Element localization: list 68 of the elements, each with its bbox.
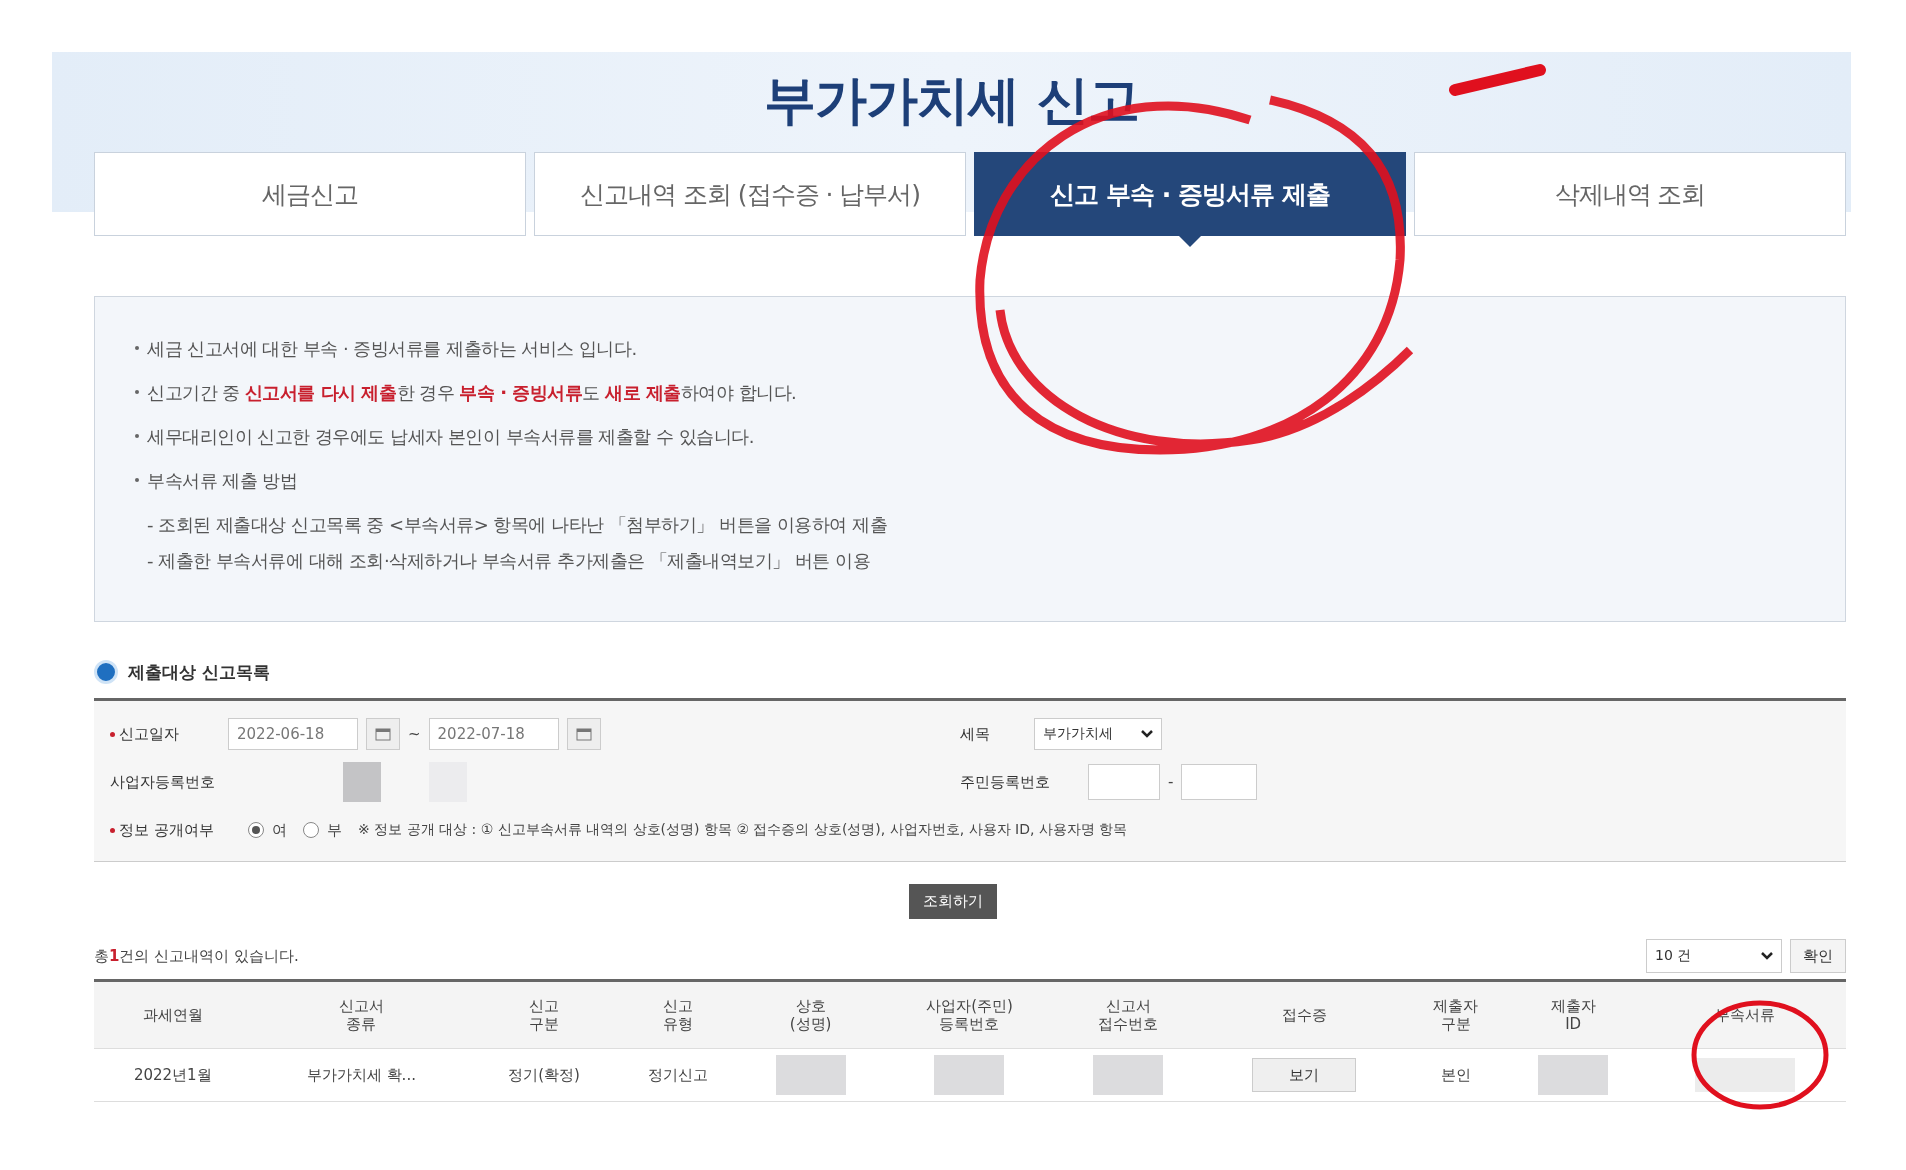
- notice-text: 신고기간 중 신고서를 다시 제출한 경우 부속 · 증빙서류도 새로 제출하여야 합니다.: [147, 382, 797, 403]
- bullet-icon: [135, 390, 139, 394]
- notice-text: - 제출한 부속서류에 대해 조회·삭제하거나 부속서류 추가제출은 「제출내역보기」 버튼 이용: [147, 549, 872, 573]
- range-separator: -: [1168, 773, 1174, 791]
- column-header: 신고서 종류: [251, 980, 472, 1049]
- blank-button[interactable]: [1695, 1058, 1796, 1092]
- table-cell: 본인: [1409, 1048, 1502, 1102]
- table-cell: 부가가치세 확...: [251, 1048, 472, 1102]
- range-separator: ~: [408, 725, 421, 743]
- tab[interactable]: 신고내역 조회 (접수증 · 납부서): [534, 152, 966, 236]
- page-size-select[interactable]: 10 건: [1646, 939, 1782, 973]
- column-header: 사업자(주민) 등록번호: [881, 980, 1058, 1049]
- field-label: 신고일자: [119, 724, 179, 744]
- required-icon: [110, 827, 115, 833]
- input-field[interactable]: [1088, 764, 1160, 800]
- redacted-block: [934, 1055, 1005, 1095]
- calendar-icon: [575, 727, 592, 741]
- tab[interactable]: 삭제내역 조회: [1414, 152, 1846, 236]
- page-title: 부가가치세 신고: [764, 69, 1139, 132]
- radio-label: 여: [272, 820, 287, 840]
- input-field[interactable]: [1181, 764, 1258, 800]
- bullet-icon: [135, 478, 139, 482]
- column-header: 접수증: [1199, 980, 1410, 1049]
- notice-text: 부속서류 제출 방법: [147, 470, 298, 491]
- section-title: 제출대상 신고목록: [128, 660, 270, 684]
- bullet-icon: [135, 346, 139, 350]
- tab[interactable]: 세금신고: [94, 152, 526, 236]
- field-label: 세목: [960, 724, 991, 744]
- confirm-button[interactable]: 확인: [1790, 939, 1846, 973]
- search-button[interactable]: 조회하기: [909, 884, 997, 919]
- field-label: 주민등록번호: [960, 772, 1051, 792]
- info-note: ※ 정보 공개 대상 : ① 신고부속서류 내역의 상호(성명) 항목 ② 접수증의 상호(성명), 사업자번호, 사용자 ID, 사용자명 항목: [358, 821, 1128, 839]
- result-count: 총1건의 신고내역이 있습니다.: [94, 946, 299, 966]
- date-field[interactable]: 2022-06-18: [228, 718, 358, 750]
- view-button[interactable]: 보기: [1252, 1058, 1357, 1092]
- tab-pointer-icon: [1178, 235, 1202, 247]
- column-header: 제출자 구분: [1409, 980, 1502, 1049]
- column-header: 신고 구분: [471, 980, 617, 1049]
- date-field[interactable]: 2022-07-18: [428, 718, 559, 750]
- calendar-icon: [375, 727, 391, 741]
- redacted-block: [775, 1055, 846, 1095]
- table-cell: 정기(확정): [471, 1048, 617, 1102]
- field-label: 정보 공개여부: [119, 820, 214, 840]
- column-header: 과세연월: [94, 980, 252, 1049]
- column-header: 신고 유형: [616, 980, 740, 1049]
- radio-button[interactable]: [303, 822, 319, 838]
- tax-select[interactable]: 부가가치세: [1034, 718, 1162, 750]
- redacted-block: [343, 762, 381, 802]
- bullet-icon: [94, 660, 118, 684]
- table-cell: 정기신고: [616, 1048, 740, 1102]
- table-cell: 2022년1월: [94, 1048, 252, 1102]
- notice-text: 세금 신고서에 대한 부속 · 증빙서류를 제출하는 서비스 입니다.: [147, 338, 637, 359]
- radio-button[interactable]: [248, 822, 264, 838]
- redacted-block: [1538, 1055, 1609, 1095]
- column-header: 상호 (성명): [739, 980, 882, 1049]
- calendar-button[interactable]: [566, 718, 601, 750]
- radio-label: 부: [327, 820, 342, 840]
- notice-text: 세무대리인이 신고한 경우에도 납세자 본인이 부속서류를 제출할 수 있습니다.: [147, 426, 754, 447]
- redacted-block: [1093, 1055, 1164, 1095]
- calendar-button[interactable]: [366, 718, 400, 750]
- caret-icon: [1761, 952, 1773, 960]
- bullet-icon: [135, 434, 139, 438]
- caret-icon: [1141, 730, 1153, 738]
- column-header: 제출자 ID: [1501, 980, 1645, 1049]
- required-icon: [110, 731, 115, 737]
- column-header: 신고서 접수번호: [1057, 980, 1200, 1049]
- notice-text: - 조회된 제출대상 신고목록 중 <부속서류> 항목에 나타난 「첨부하기」 버튼을 이용하여 제출: [147, 513, 889, 537]
- field-label: 사업자등록번호: [110, 772, 216, 792]
